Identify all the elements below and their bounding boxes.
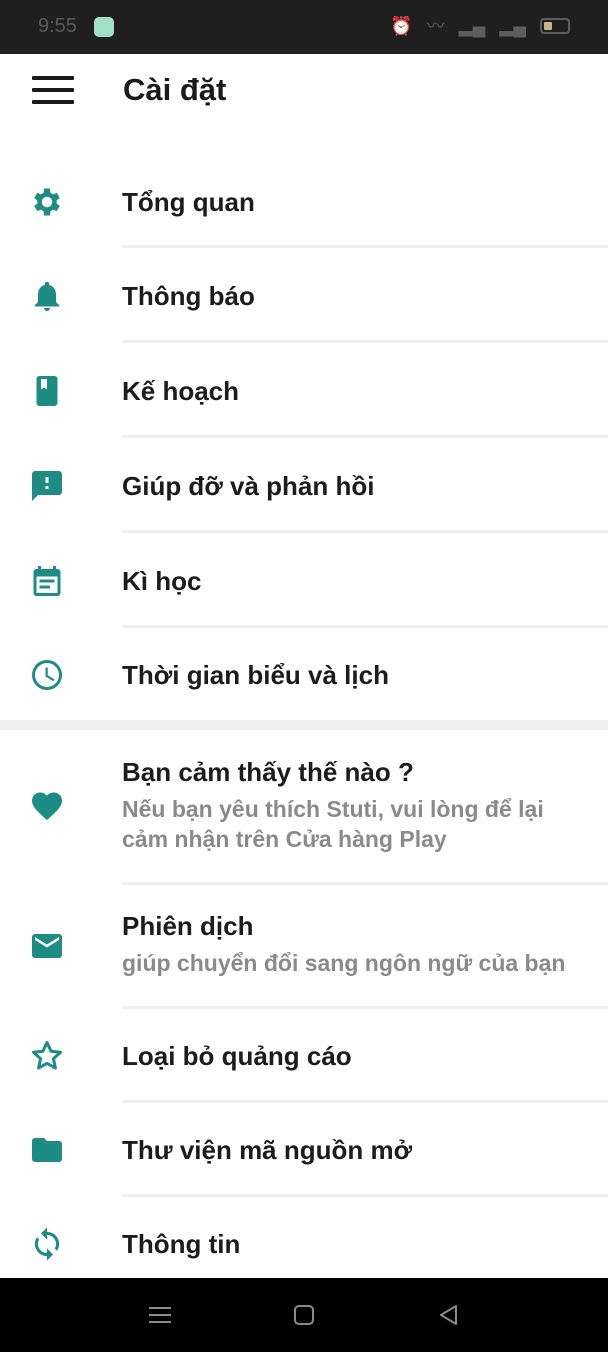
item-subtitle: Nếu bạn yêu thích Stuti, vui lòng để lại… [122,796,544,852]
settings-item-info[interactable]: Thông tin [0,1198,608,1278]
battery-icon [540,18,570,34]
divider [122,530,608,533]
mail-icon [29,928,65,964]
bookmark-book-icon [29,373,65,409]
status-bar: 9:55 ⏰ 〰 ▂▄ ▂▄ [0,0,608,54]
folder-icon [29,1132,65,1168]
app-notification-icon [94,17,114,37]
divider [122,625,608,628]
calendar-icon [29,563,65,599]
back-button[interactable] [434,1300,464,1330]
settings-item-help-feedback[interactable]: Giúp đỡ và phản hồi [0,440,608,532]
divider [122,340,608,343]
hamburger-icon [32,76,74,80]
settings-item-remove-ads[interactable]: Loại bỏ quảng cáo [0,1010,608,1102]
settings-item-semester[interactable]: Kì học [0,535,608,627]
divider [122,245,608,248]
settings-item-open-source[interactable]: Thư viện mã nguồn mở [0,1104,608,1196]
system-nav-bar [0,1278,608,1352]
divider [122,1006,608,1009]
item-subtitle: giúp chuyển đổi sang ngôn ngữ của bạn [122,950,566,976]
item-title: Thời gian biểu và lịch [122,660,389,690]
bell-icon [29,278,65,314]
alarm-icon: ⏰ [390,16,413,36]
item-title: Thông báo [122,281,255,311]
divider [122,435,608,438]
vibrate-icon: 〰 [426,16,445,36]
settings-item-notifications[interactable]: Thông báo [0,250,608,342]
settings-item-timetable[interactable]: Thời gian biểu và lịch [0,630,608,720]
home-button[interactable] [289,1300,319,1330]
item-title: Loại bỏ quảng cáo [122,1041,352,1071]
menu-button[interactable] [32,76,74,108]
item-title: Kế hoạch [122,376,240,406]
status-time: 9:55 [38,15,77,37]
item-title: Phiên dịch [122,911,254,941]
recent-apps-button[interactable] [145,1300,175,1330]
settings-item-overview[interactable]: Tổng quan [0,155,608,250]
heart-icon [29,788,65,824]
item-title: Tổng quan [122,187,255,217]
item-title: Kì học [122,566,202,596]
item-title: Bạn cảm thấy thế nào ? [122,757,414,787]
item-title: Giúp đỡ và phản hồi [122,471,375,501]
signal-icon-2: ▂▄ [499,16,526,36]
app-bar: Cài đặt [0,54,608,130]
settings-item-translation[interactable]: Phiên dịch giúp chuyển đổi sang ngôn ngữ… [0,885,608,1007]
section-separator [0,720,608,730]
signal-icon: ▂▄ [458,16,486,36]
settings-item-plan[interactable]: Kế hoạch [0,345,608,437]
item-title: Thông tin [122,1229,241,1259]
status-icons: ⏰ 〰 ▂▄ ▂▄ [390,16,570,36]
divider [122,1100,608,1103]
clock-icon [29,657,65,693]
item-title: Thư viện mã nguồn mở [122,1135,413,1165]
feedback-icon [29,468,65,504]
page-title: Cài đặt [123,72,227,107]
divider [122,1194,608,1197]
star-outline-icon [29,1038,65,1074]
settings-item-rate-app[interactable]: Bạn cảm thấy thế nào ? Nếu bạn yêu thích… [0,730,608,882]
sync-icon [29,1226,65,1262]
gear-icon [29,184,65,220]
